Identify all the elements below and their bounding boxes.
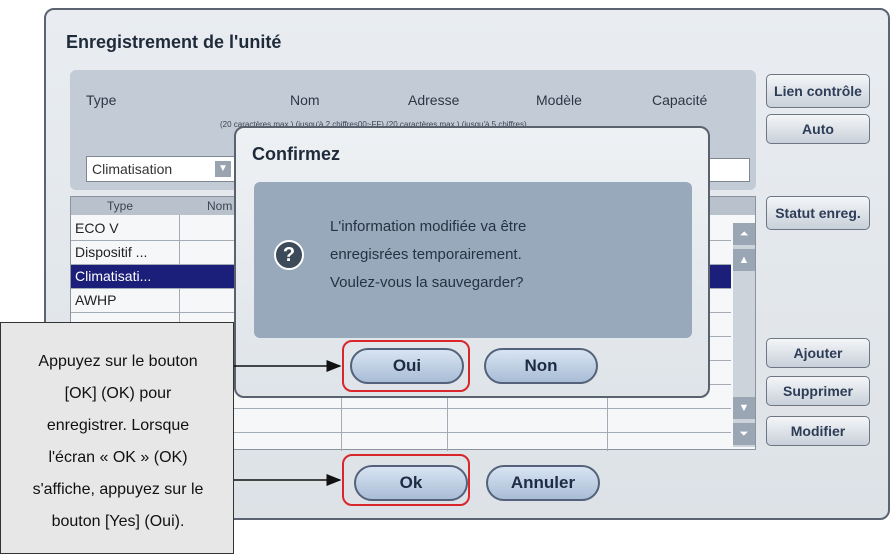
callout-line: enregistrer. Lorsque <box>46 417 190 434</box>
callout-line: [OK] (OK) pour <box>64 385 172 402</box>
instruction-callout: Appuyez sur le bouton [OK] (OK) pour enr… <box>0 322 234 554</box>
callout-line: s'affiche, appuyez sur le <box>32 481 204 498</box>
callout-line: l'écran « OK » (OK) <box>48 449 188 466</box>
callout-line: Appuyez sur le bouton <box>38 353 198 370</box>
callout-line: bouton [Yes] (Oui). <box>51 513 185 530</box>
